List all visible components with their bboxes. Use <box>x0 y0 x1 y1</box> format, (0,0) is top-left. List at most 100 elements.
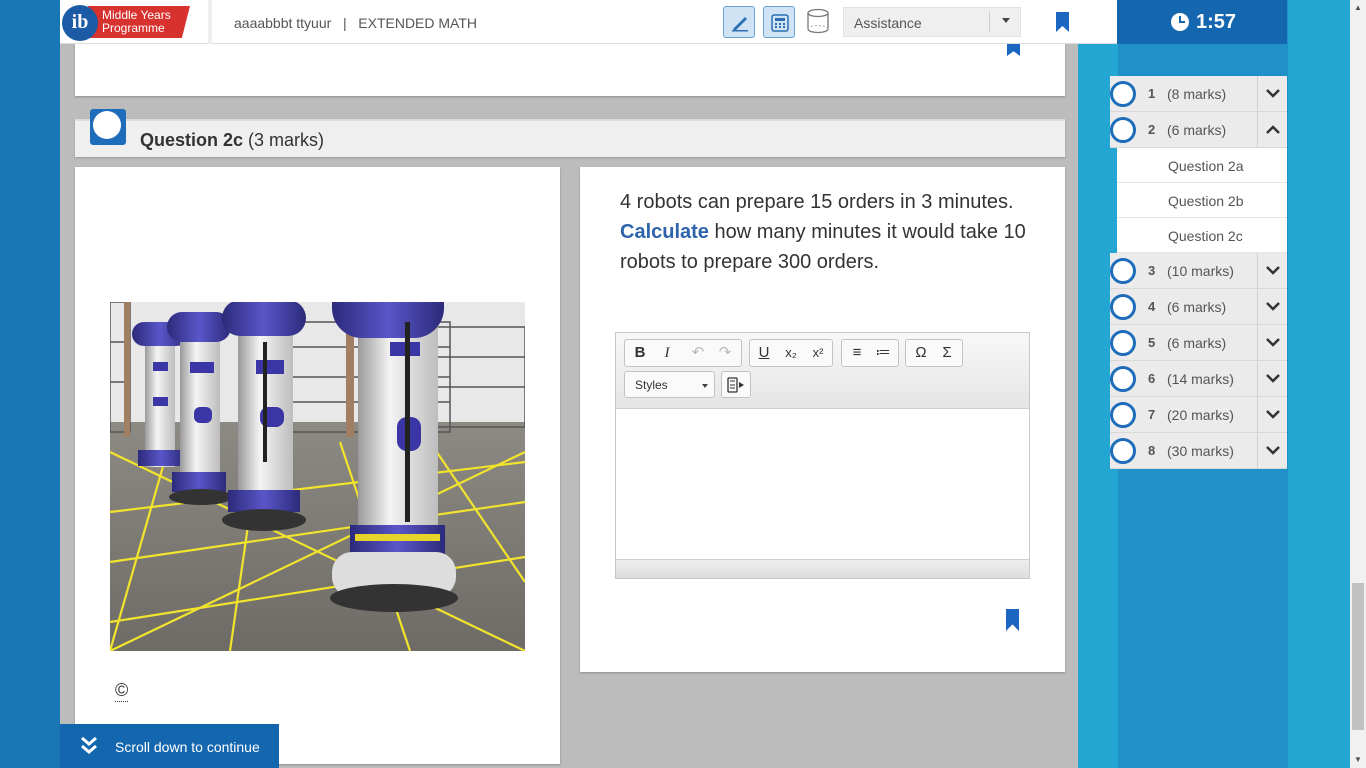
expand-toggle[interactable] <box>1257 397 1287 432</box>
copyright-symbol[interactable]: © <box>115 679 129 702</box>
nav-question-6[interactable]: 6 (14 marks) <box>1110 361 1287 397</box>
nav-marks: (6 marks) <box>1167 335 1227 351</box>
question-marks: (3 marks) <box>248 130 325 150</box>
ib-myp-logo: Middle Years Programme ib <box>60 3 192 41</box>
nav-question-5[interactable]: 5 (6 marks) <box>1110 325 1287 361</box>
question-panel: 4 robots can prepare 15 orders in 3 minu… <box>580 167 1065 672</box>
underline-button[interactable]: U <box>752 342 776 364</box>
answer-editor: B I ↶ ↷ U x₂ x² ≡ ≔ Ω Σ Styles <box>615 332 1030 579</box>
nav-question-1[interactable]: 1 (8 marks) <box>1110 76 1287 112</box>
assistance-label: Assistance <box>854 15 922 31</box>
expand-toggle[interactable] <box>1257 325 1287 360</box>
logo-line-2: Programme <box>102 21 165 35</box>
subscript-button[interactable]: x₂ <box>779 342 803 364</box>
nav-marks: (8 marks) <box>1167 86 1227 102</box>
student-and-subject: aaaabbbt ttyuur | EXTENDED MATH <box>234 15 478 31</box>
scroll-down-arrow-icon[interactable]: ▼ <box>1350 752 1366 768</box>
previous-question-panel <box>75 40 1065 96</box>
chevron-up-icon <box>1266 125 1280 134</box>
status-circle-icon <box>1110 402 1136 428</box>
chevron-down-icon <box>1266 410 1280 419</box>
cylinder-tool-button[interactable] <box>803 6 835 38</box>
chevron-down-icon <box>1266 374 1280 383</box>
nav-question-8[interactable]: 8 (30 marks) <box>1110 433 1287 469</box>
logo-banner: Middle Years Programme <box>88 6 190 38</box>
cylinder-icon <box>807 8 829 34</box>
exam-timer: 1:57 <box>1117 0 1287 44</box>
nav-question-2[interactable]: 2 (6 marks) <box>1110 112 1287 148</box>
ib-mark: ib <box>62 5 98 41</box>
nav-number: 8 <box>1148 443 1156 458</box>
nav-question-7[interactable]: 7 (20 marks) <box>1110 397 1287 433</box>
nav-sub-label: Question 2c <box>1168 228 1243 244</box>
calc-group <box>721 371 751 398</box>
nav-number: 7 <box>1148 407 1156 422</box>
nav-question-3[interactable]: 3 (10 marks) <box>1110 253 1287 289</box>
script-group: U x₂ x² <box>749 339 833 367</box>
question-number: Question 2c <box>140 130 244 150</box>
timer-value: 1:57 <box>1196 11 1237 33</box>
clock-icon <box>1171 13 1189 31</box>
expand-toggle[interactable] <box>1257 253 1287 288</box>
expand-toggle[interactable] <box>1257 433 1287 468</box>
nav-number: 6 <box>1148 371 1156 386</box>
nav-number: 3 <box>1148 263 1156 278</box>
special-character-button[interactable]: Ω <box>909 342 933 364</box>
dropdown-divider <box>989 12 990 32</box>
chevron-down-icon <box>1266 89 1280 98</box>
nav-question-4[interactable]: 4 (6 marks) <box>1110 289 1287 325</box>
scrollbar-thumb[interactable] <box>1352 583 1364 730</box>
nav-marks: (6 marks) <box>1167 122 1227 138</box>
redo-button[interactable]: ↷ <box>713 342 737 364</box>
bookmark-icon[interactable] <box>1056 12 1069 32</box>
scroll-down-button[interactable]: Scroll down to continue <box>60 724 279 768</box>
nav-number: 1 <box>1148 86 1156 101</box>
answer-input[interactable] <box>616 408 1029 560</box>
undo-button[interactable]: ↶ <box>686 342 710 364</box>
command-term[interactable]: Calculate <box>620 221 709 243</box>
styles-dropdown[interactable]: Styles <box>624 371 715 398</box>
robots-warehouse-image <box>110 302 525 651</box>
format-group: B I ↶ ↷ <box>624 339 742 367</box>
bold-button[interactable]: B <box>628 342 652 364</box>
editor-statusbar <box>616 560 1029 578</box>
nav-marks: (20 marks) <box>1167 407 1234 423</box>
question-status-icon[interactable] <box>90 109 126 145</box>
scroll-down-label: Scroll down to continue <box>115 739 260 755</box>
question-text: 4 robots can prepare 15 orders in 3 minu… <box>620 187 1040 277</box>
italic-button[interactable]: I <box>655 342 679 364</box>
assistance-dropdown[interactable]: Assistance <box>843 7 1021 37</box>
left-band <box>0 0 60 768</box>
calculator-insert-icon[interactable] <box>725 375 747 395</box>
nav-subquestion-2a[interactable]: Question 2a <box>1117 148 1287 183</box>
expand-toggle[interactable] <box>1257 289 1287 324</box>
pen-tool-button[interactable] <box>723 6 755 38</box>
chevron-down-icon <box>1002 18 1010 23</box>
chevron-down-icon <box>1266 302 1280 311</box>
nav-number: 5 <box>1148 335 1156 350</box>
bullet-list-button[interactable]: ≔ <box>871 342 895 364</box>
bookmark-icon[interactable] <box>1006 609 1019 631</box>
calculator-button[interactable] <box>763 6 795 38</box>
superscript-button[interactable]: x² <box>806 342 830 364</box>
editor-toolbar: B I ↶ ↷ U x₂ x² ≡ ≔ Ω Σ Styles <box>616 333 1029 408</box>
status-circle-icon <box>1110 438 1136 464</box>
status-circle-icon <box>1110 258 1136 284</box>
nav-marks: (30 marks) <box>1167 443 1234 459</box>
nav-subquestion-2b[interactable]: Question 2b <box>1117 183 1287 218</box>
chevron-down-icon <box>1266 446 1280 455</box>
expand-toggle[interactable] <box>1257 76 1287 111</box>
status-circle-icon <box>1110 294 1136 320</box>
status-circle-icon <box>1110 81 1136 107</box>
question-navigator: 1 (8 marks) 2 (6 marks) Question 2a Questi… <box>1110 76 1287 469</box>
scroll-up-arrow-icon[interactable]: ▲ <box>1350 0 1366 16</box>
numbered-list-button[interactable]: ≡ <box>845 342 869 364</box>
nav-number: 2 <box>1148 122 1156 137</box>
nav-marks: (10 marks) <box>1167 263 1234 279</box>
nav-subquestion-2c[interactable]: Question 2c <box>1117 218 1287 253</box>
nav-sub-label: Question 2b <box>1168 193 1244 209</box>
equation-button[interactable]: Σ <box>935 342 959 364</box>
nav-marks: (6 marks) <box>1167 299 1227 315</box>
collapse-toggle[interactable] <box>1257 112 1287 147</box>
expand-toggle[interactable] <box>1257 361 1287 396</box>
